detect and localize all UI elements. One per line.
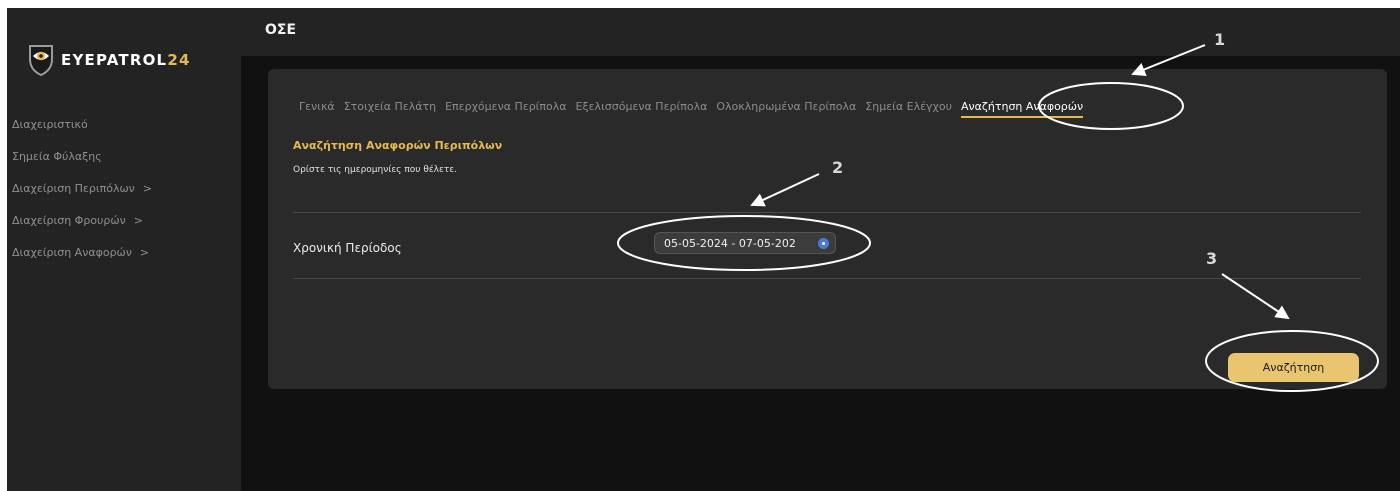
sidebar-item-label: Διαχείριση Φρουρών	[12, 214, 126, 227]
annotation-number-2: 2	[832, 158, 844, 177]
period-label: Χρονική Περίοδος	[293, 241, 402, 255]
sidebar-item-guards[interactable]: Διαχείριση Φρουρών >	[12, 212, 152, 244]
annotation-number-1: 1	[1214, 30, 1226, 49]
logo-text-accent: 24	[167, 51, 191, 69]
chevron-right-icon: >	[142, 182, 153, 195]
sidebar-nav: Διαχειριστικό Σημεία Φύλαξης Διαχείριση …	[12, 116, 152, 276]
tab-report-search[interactable]: Αναζήτηση Αναφορών	[960, 100, 1084, 118]
date-range-input[interactable]: 05-05-2024 - 07-05-202	[654, 232, 836, 254]
sidebar-item-admin[interactable]: Διαχειριστικό	[12, 116, 152, 148]
app-window: EYEPATROL24 Διαχειριστικό Σημεία Φύλαξης…	[7, 8, 1400, 491]
tab-ongoing-patrols[interactable]: Εξελισσόμενα Περίπολα	[576, 100, 708, 118]
logo-text: EYEPATROL24	[61, 51, 191, 69]
clear-date-icon[interactable]	[818, 238, 829, 249]
date-range-value: 05-05-2024 - 07-05-202	[664, 237, 796, 250]
eye-shield-icon	[29, 45, 53, 77]
tab-client-info[interactable]: Στοιχεία Πελάτη	[344, 100, 436, 118]
chevron-right-icon: >	[139, 246, 150, 259]
annotation-number-3: 3	[1206, 249, 1218, 268]
divider	[293, 212, 1361, 213]
content-card: Γενικά Στοιχεία Πελάτη Επερχόμενα Περίπο…	[268, 69, 1387, 389]
sidebar-item-label: Διαχείριση Αναφορών	[12, 246, 132, 259]
tab-checkpoints[interactable]: Σημεία Ελέγχου	[865, 100, 952, 118]
sidebar-item-reports[interactable]: Διαχείριση Αναφορών >	[12, 244, 152, 276]
logo[interactable]: EYEPATROL24	[27, 43, 191, 77]
logo-text-main: EYEPATROL	[61, 51, 168, 69]
page-title: ΟΣΕ	[265, 22, 297, 38]
tab-completed-patrols[interactable]: Ολοκληρωμένα Περίπολα	[716, 100, 856, 118]
section-title: Αναζήτηση Αναφορών Περιπόλων	[293, 139, 503, 152]
tab-upcoming-patrols[interactable]: Επερχόμενα Περίπολα	[445, 100, 566, 118]
divider	[293, 278, 1361, 279]
chevron-right-icon: >	[133, 214, 143, 227]
sidebar: EYEPATROL24 Διαχειριστικό Σημεία Φύλαξης…	[7, 8, 241, 491]
sidebar-item-patrols[interactable]: Διαχείριση Περιπόλων >	[12, 180, 152, 212]
sidebar-item-label: Διαχειριστικό	[12, 118, 88, 131]
sidebar-item-label: Σημεία Φύλαξης	[12, 150, 102, 163]
sidebar-item-guard-points[interactable]: Σημεία Φύλαξης	[12, 148, 152, 180]
sidebar-item-label: Διαχείριση Περιπόλων	[12, 182, 135, 195]
top-bar: ΟΣΕ	[241, 8, 1400, 56]
search-button[interactable]: Αναζήτηση	[1228, 353, 1359, 382]
tab-general[interactable]: Γενικά	[299, 100, 335, 118]
section-description: Ορίστε τις ημερομηνίες που θέλετε.	[293, 165, 458, 175]
tab-bar: Γενικά Στοιχεία Πελάτη Επερχόμενα Περίπο…	[299, 100, 1084, 118]
